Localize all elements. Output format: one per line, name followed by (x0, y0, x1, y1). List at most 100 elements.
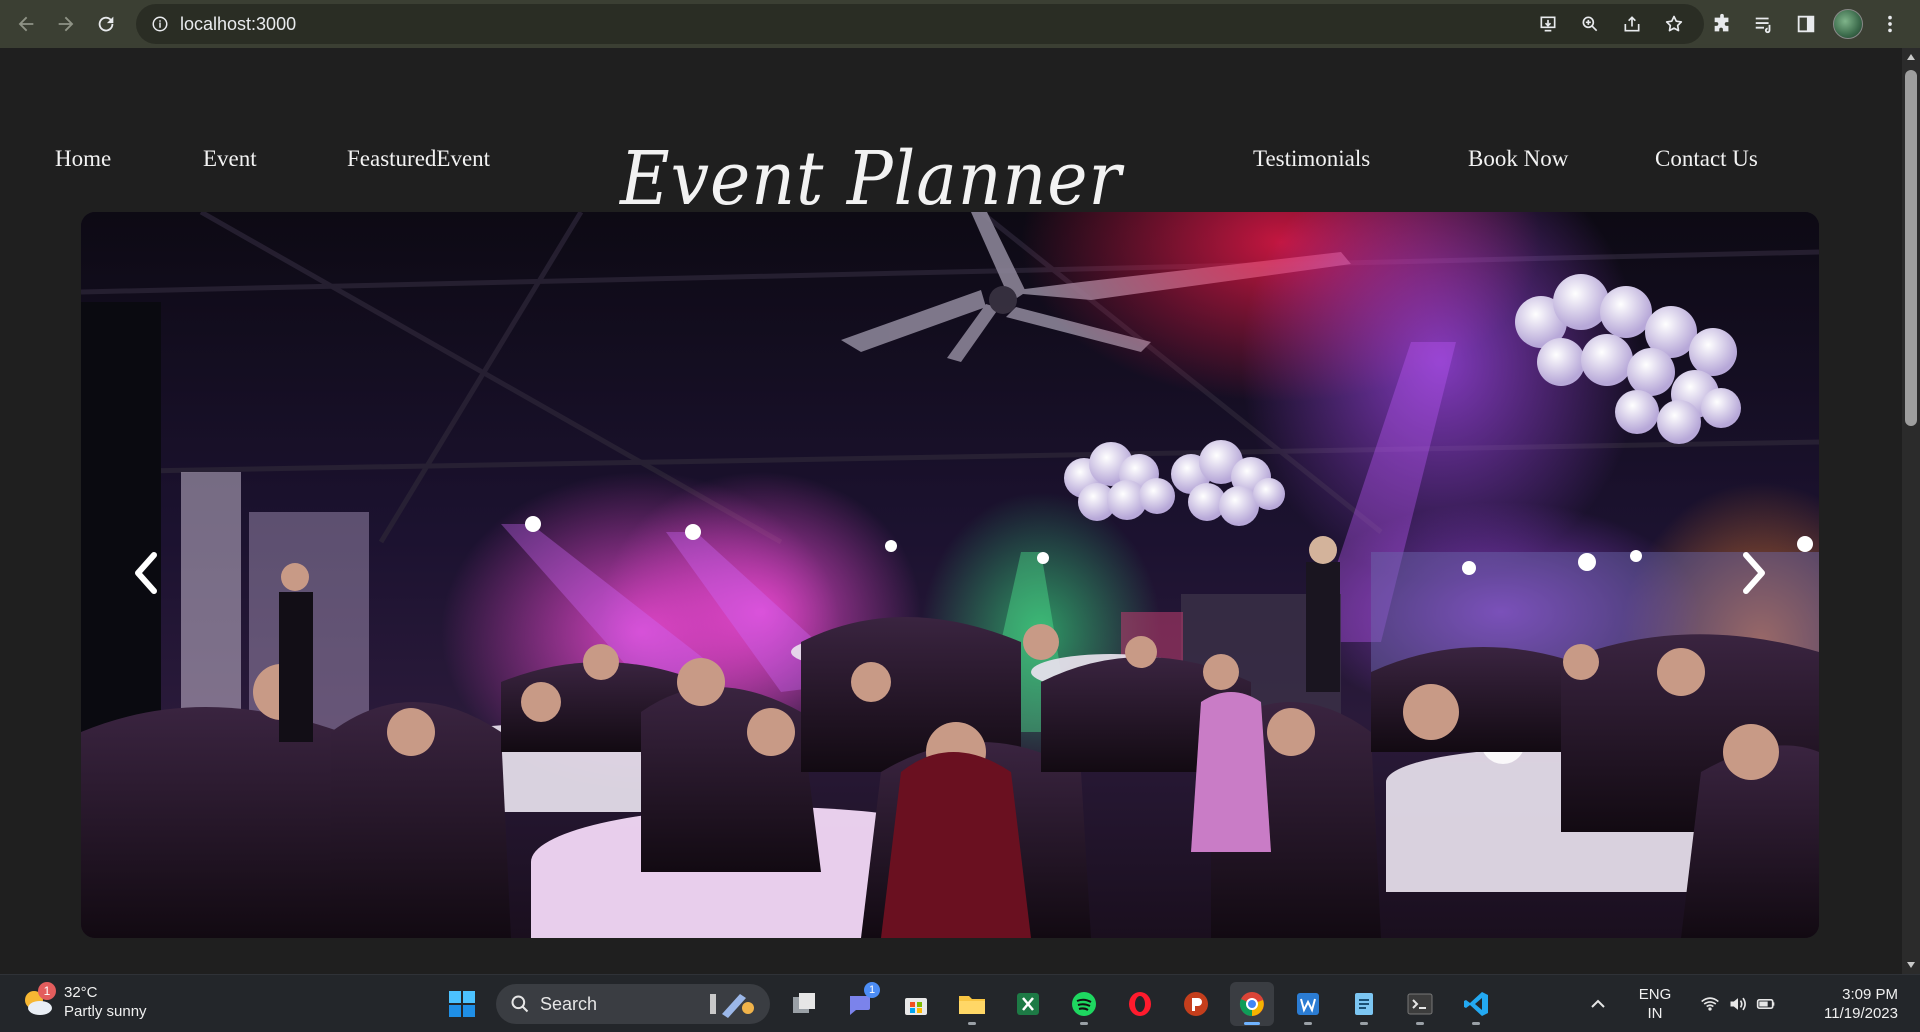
windows-logo-icon (449, 991, 475, 1017)
running-indicator (1244, 1022, 1260, 1025)
start-button[interactable] (440, 982, 484, 1026)
install-app-icon (1540, 16, 1556, 32)
word-button[interactable] (1286, 982, 1330, 1026)
zoom-icon (1582, 16, 1598, 32)
task-view-icon (793, 993, 815, 1013)
chrome-icon (1239, 992, 1264, 1017)
word-icon (1297, 993, 1319, 1015)
spotify-icon (1072, 992, 1096, 1016)
triangle-up-icon (1907, 54, 1915, 60)
install-app-button[interactable] (1528, 4, 1568, 44)
browser-toolbar: localhost:3000 (0, 0, 1920, 48)
vscode-icon (1464, 992, 1488, 1016)
reload-icon (98, 16, 114, 32)
weather-widget[interactable]: 1 32°C Partly sunny (20, 982, 147, 1021)
windows-taskbar: 1 32°C Partly sunny Search 1 ENG IN 3:09… (0, 974, 1920, 1032)
language-region: IN (1647, 1005, 1663, 1022)
nav-home[interactable]: Home (55, 146, 111, 172)
site-info-button[interactable] (140, 4, 180, 44)
scroll-down-button[interactable] (1902, 956, 1920, 974)
carousel-next-button[interactable] (1735, 548, 1775, 598)
star-icon (1665, 15, 1683, 32)
zoom-button[interactable] (1570, 4, 1610, 44)
side-panel-button[interactable] (1786, 4, 1826, 44)
battery-icon (1756, 999, 1775, 1009)
language-code: ENG (1638, 986, 1672, 1003)
site-navbar: Home Event FeasturedEvent Event Planner … (0, 88, 1902, 222)
page-scrollbar[interactable] (1902, 48, 1920, 974)
clock[interactable]: 3:09 PM 11/19/2023 (1798, 985, 1898, 1023)
arrow-right-icon (58, 16, 74, 32)
nav-event[interactable]: Event (203, 146, 257, 172)
scrollbar-thumb[interactable] (1905, 70, 1917, 426)
bookmark-button[interactable] (1654, 4, 1694, 44)
event-photo (81, 212, 1819, 938)
powerpoint-button[interactable] (1174, 982, 1218, 1026)
terminal-button[interactable] (1398, 982, 1442, 1026)
terminal-icon (1407, 993, 1433, 1015)
nav-contact-us[interactable]: Contact Us (1655, 146, 1758, 172)
side-panel-icon (1797, 15, 1815, 33)
excel-button[interactable] (1006, 982, 1050, 1026)
notepad-button[interactable] (1342, 982, 1386, 1026)
search-icon (511, 995, 529, 1013)
weather-temp: 32°C (64, 984, 98, 1001)
vscode-button[interactable] (1454, 982, 1498, 1026)
taskbar-search[interactable]: Search (496, 984, 770, 1024)
chevron-up-icon (1591, 999, 1605, 1008)
weather-condition: Partly sunny (64, 1003, 147, 1020)
running-indicator (1472, 1022, 1480, 1025)
spotify-button[interactable] (1062, 982, 1106, 1026)
kebab-menu-icon (1888, 15, 1892, 33)
chat-button[interactable]: 1 (838, 982, 882, 1026)
page-viewport: Home Event FeasturedEvent Event Planner … (0, 48, 1902, 974)
media-queue-button[interactable] (1744, 4, 1784, 44)
profile-button[interactable] (1828, 4, 1868, 44)
reload-button[interactable] (86, 4, 126, 44)
weather-badge: 1 (38, 982, 56, 1000)
nav-testimonials[interactable]: Testimonials (1253, 146, 1370, 172)
media-queue-icon (1755, 17, 1771, 34)
brand-logo-text[interactable]: Event Planner (620, 136, 1122, 222)
system-tray[interactable] (1700, 994, 1776, 1014)
show-hidden-icons-button[interactable] (1580, 999, 1616, 1009)
language-indicator[interactable]: ENG IN (1628, 985, 1682, 1023)
arrow-left-icon (18, 16, 34, 32)
running-indicator (1304, 1022, 1312, 1025)
share-icon (1624, 16, 1640, 32)
task-view-button[interactable] (782, 982, 826, 1026)
excel-icon (1017, 993, 1039, 1015)
hero-carousel (81, 212, 1819, 938)
search-highlight-icon (710, 994, 754, 1018)
running-indicator (1360, 1022, 1368, 1025)
forward-button[interactable] (46, 4, 86, 44)
carousel-prev-button[interactable] (125, 548, 165, 598)
notepad-icon (1355, 993, 1373, 1015)
powerpoint-icon (1184, 992, 1208, 1016)
extensions-button[interactable] (1702, 4, 1742, 44)
triangle-down-icon (1907, 962, 1915, 968)
share-button[interactable] (1612, 4, 1652, 44)
partly-sunny-icon: 1 (20, 982, 56, 1020)
clock-date: 11/19/2023 (1824, 1005, 1898, 1022)
chevron-right-icon (1743, 552, 1765, 594)
chevron-left-icon (135, 552, 157, 594)
nav-featured-event[interactable]: FeasturedEvent (347, 146, 490, 172)
chat-badge: 1 (864, 982, 880, 998)
volume-icon (1730, 997, 1746, 1011)
scroll-up-button[interactable] (1902, 48, 1920, 66)
store-button[interactable] (894, 982, 938, 1026)
back-button[interactable] (6, 4, 46, 44)
running-indicator (1080, 1022, 1088, 1025)
chrome-button[interactable] (1230, 982, 1274, 1026)
opera-icon (1129, 992, 1151, 1016)
file-explorer-icon (959, 996, 985, 1014)
url-text[interactable]: localhost:3000 (180, 14, 296, 35)
running-indicator (968, 1022, 976, 1025)
address-bar[interactable]: localhost:3000 (136, 4, 1704, 44)
file-explorer-button[interactable] (950, 982, 994, 1026)
browser-menu-button[interactable] (1870, 4, 1910, 44)
nav-book-now[interactable]: Book Now (1468, 146, 1568, 172)
opera-button[interactable] (1118, 982, 1162, 1026)
microsoft-store-icon (905, 998, 927, 1015)
